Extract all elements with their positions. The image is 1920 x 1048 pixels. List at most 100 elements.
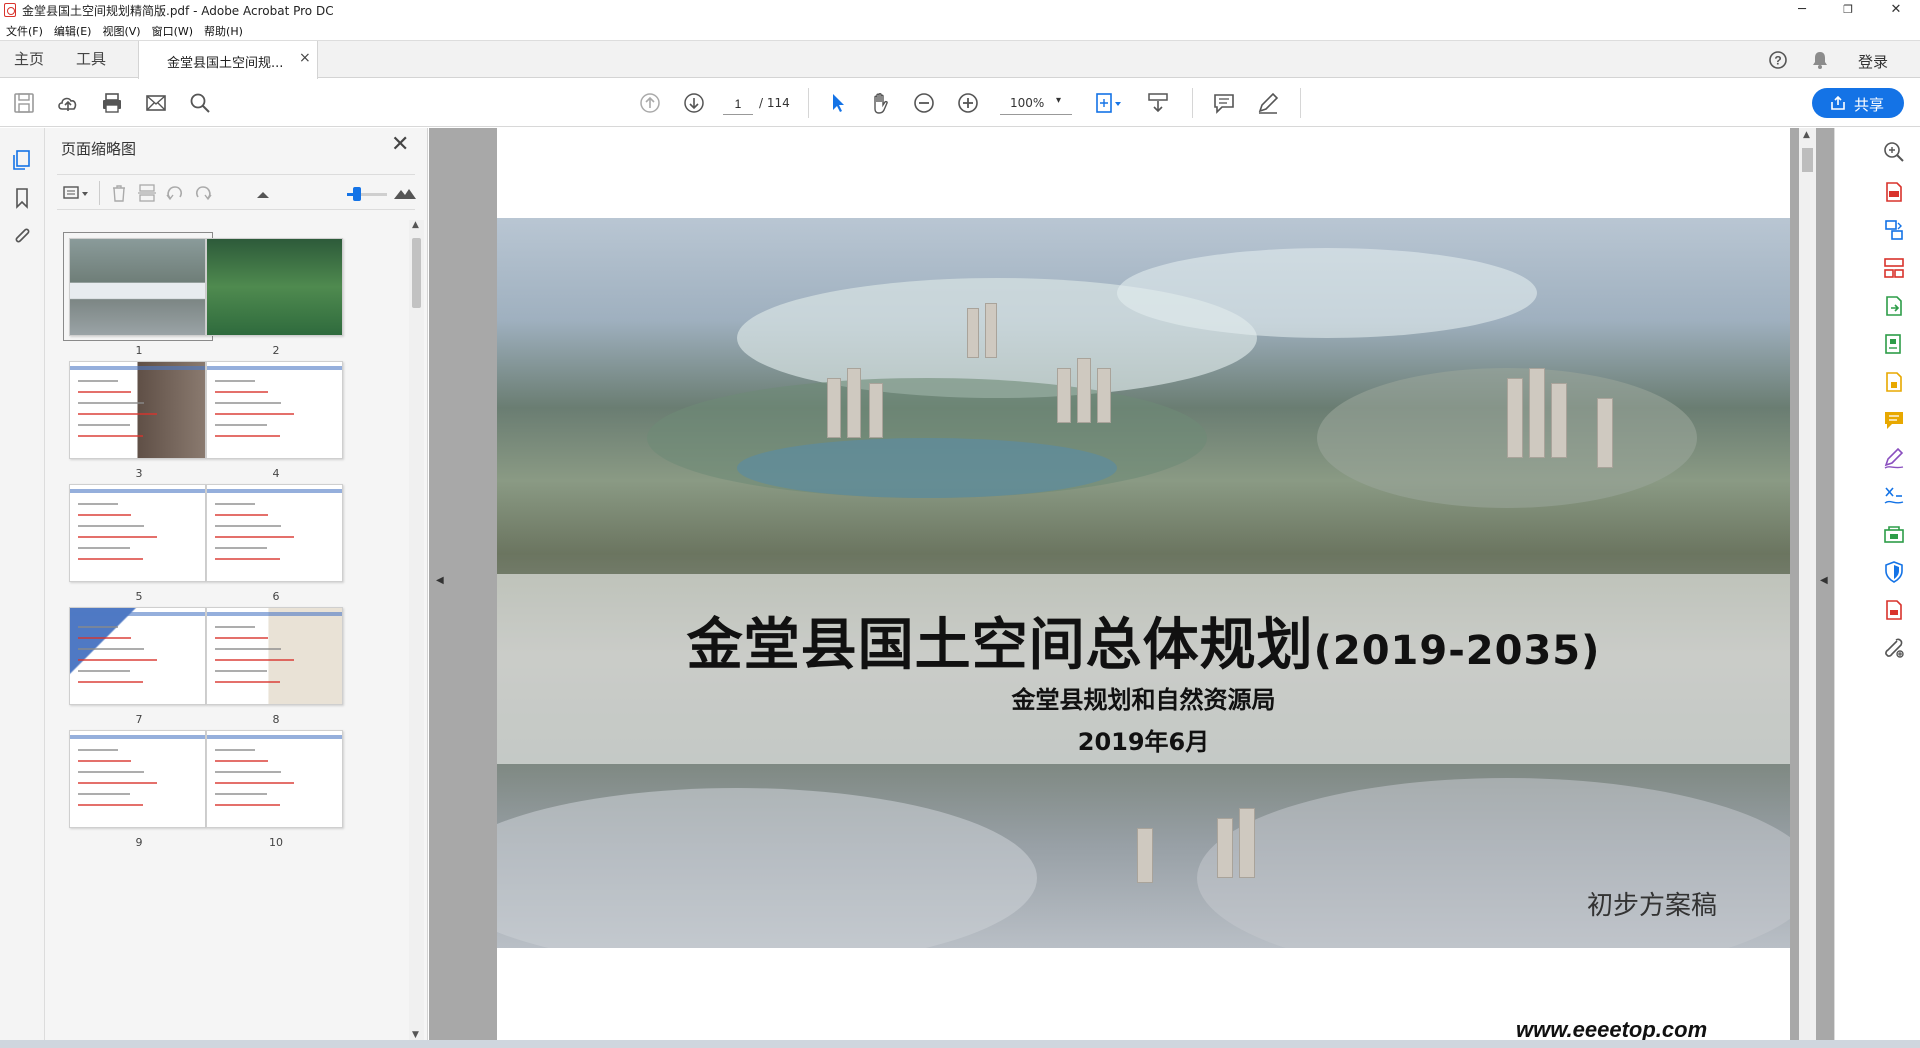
tab-home[interactable]: 主页	[14, 41, 44, 78]
thumbnail-text-line	[78, 626, 118, 628]
share-button[interactable]: 共享	[1812, 88, 1904, 118]
bookmarks-icon[interactable]	[10, 186, 34, 210]
cloud-area	[1117, 248, 1537, 338]
save-icon[interactable]	[12, 91, 36, 115]
thumbnail-preview	[69, 730, 206, 828]
svg-text:?: ?	[1774, 54, 1781, 68]
more-pdf-icon[interactable]	[1882, 598, 1906, 622]
document-organization: 金堂县规划和自然资源局	[1011, 686, 1276, 714]
shield-icon[interactable]	[1882, 560, 1906, 584]
email-icon[interactable]	[144, 91, 168, 115]
scroll-up-arrow-icon[interactable]: ▲	[1803, 130, 1810, 140]
thumbnail-text-line	[215, 380, 255, 382]
menu-file[interactable]: 文件(F)	[0, 20, 48, 39]
scroll-down-arrow-icon[interactable]: ▼	[412, 1030, 419, 1040]
menu-view[interactable]: 视图(V)	[96, 20, 145, 39]
zoom-tool-icon[interactable]	[1882, 140, 1906, 164]
thumbnail-text-line	[78, 681, 143, 683]
fit-page-icon[interactable]	[1094, 91, 1124, 115]
search-icon[interactable]	[188, 91, 212, 115]
comment-icon[interactable]	[1212, 91, 1236, 115]
delete-page-icon[interactable]	[109, 183, 129, 203]
document-scrollbar[interactable]: ▲	[1799, 128, 1816, 1048]
notification-bell-icon[interactable]	[1810, 50, 1830, 70]
scrollbar-thumb[interactable]	[1802, 148, 1813, 172]
document-view[interactable]: ◀ 金堂县国土空间总体规划(2019-2035) 金堂县规划和自然资源局 201…	[429, 128, 1834, 1048]
menu-window[interactable]: 窗口(W)	[146, 20, 198, 39]
thumbnail-size-slider[interactable]	[347, 187, 387, 201]
export-pdf-icon[interactable]	[1882, 294, 1906, 318]
zoom-level-value: 100%	[1010, 96, 1045, 110]
title-years-text: (2019-2035)	[1313, 628, 1601, 674]
rotate-right-icon[interactable]	[193, 183, 213, 203]
scroll-up-arrow-icon[interactable]: ▲	[412, 220, 419, 230]
fill-sign-icon[interactable]	[1882, 446, 1906, 470]
thumbnail-header-line	[70, 612, 205, 616]
thumbnail-text-line	[215, 771, 281, 773]
thumbnail-preview	[206, 607, 343, 705]
toolbar-divider	[1300, 88, 1301, 118]
thumbnail-text-line	[215, 626, 255, 628]
tools-wrench-icon[interactable]	[1882, 636, 1906, 660]
print-icon[interactable]	[100, 91, 124, 115]
close-window-button[interactable]: ✕	[1874, 0, 1918, 20]
panel-close-icon[interactable]: ✕	[391, 132, 409, 157]
thumbnail-toolbar	[57, 174, 417, 210]
thumbnail-scrollbar[interactable]: ▲ ▼	[409, 220, 424, 1040]
send-for-review-icon[interactable]	[1882, 370, 1906, 394]
help-icon[interactable]: ?	[1768, 50, 1788, 70]
toolbar-divider	[99, 181, 100, 205]
attachments-icon[interactable]	[10, 224, 34, 248]
building	[827, 378, 841, 438]
tab-bar: 主页 工具 金堂县国土空间规... × ? 登录	[0, 40, 1920, 79]
comment-tool-icon[interactable]	[1882, 408, 1906, 432]
edit-pdf-icon[interactable]	[1882, 332, 1906, 356]
cover-aerial-image: 金堂县国土空间总体规划(2019-2035) 金堂县规划和自然资源局 2019年…	[497, 218, 1790, 948]
login-link[interactable]: 登录	[1858, 51, 1888, 72]
combine-files-icon[interactable]	[1882, 218, 1906, 242]
thumbnail-text-line	[78, 536, 157, 538]
select-arrow-icon[interactable]	[826, 91, 850, 115]
tab-document[interactable]: 金堂县国土空间规... ×	[138, 41, 318, 79]
print-production-icon[interactable]	[1882, 484, 1906, 508]
thumbnail-text-line	[215, 558, 280, 560]
thumbnail-header-line	[70, 735, 205, 739]
scrollbar-thumb[interactable]	[412, 238, 421, 308]
collapse-left-panel-icon[interactable]: ◀	[436, 575, 444, 586]
thumbnail-text-line	[215, 424, 267, 426]
protect-icon[interactable]	[1882, 522, 1906, 546]
thumbnail-larger-icon[interactable]	[393, 183, 417, 203]
building	[847, 368, 861, 438]
options-menu-icon[interactable]	[63, 183, 91, 203]
menu-help[interactable]: 帮助(H)	[198, 20, 248, 39]
collapse-right-panel-icon[interactable]: ◀	[1820, 575, 1828, 586]
page-thumbnails-panel: 页面缩略图 ✕ 1 2 3 4 5 6 7 8 9 10 ▲ ▼	[45, 128, 428, 1048]
insert-page-icon[interactable]	[137, 183, 157, 203]
cloud-upload-icon[interactable]	[56, 91, 80, 115]
thumbnail-text-line	[215, 637, 268, 639]
organize-pages-icon[interactable]	[1882, 256, 1906, 280]
slider-handle[interactable]	[353, 187, 361, 201]
create-pdf-icon[interactable]	[1882, 180, 1906, 204]
next-page-icon[interactable]	[682, 91, 706, 115]
minimize-button[interactable]: ─	[1780, 0, 1824, 20]
prev-page-icon[interactable]	[638, 91, 662, 115]
menu-edit[interactable]: 编辑(E)	[48, 20, 97, 39]
zoom-in-icon[interactable]	[956, 91, 980, 115]
zoom-level-dropdown[interactable]: 100% ▾	[1000, 93, 1072, 115]
thumbnail-text-line	[215, 782, 294, 784]
thumbnail-smaller-icon[interactable]	[253, 183, 273, 203]
tab-tools[interactable]: 工具	[76, 41, 106, 78]
toolbar-divider	[808, 88, 809, 118]
tab-close-icon[interactable]: ×	[299, 50, 311, 66]
hand-icon[interactable]	[868, 91, 892, 115]
status-bar	[0, 1040, 1920, 1048]
scroll-mode-icon[interactable]	[1146, 91, 1170, 115]
rotate-left-icon[interactable]	[165, 183, 185, 203]
page-number-input[interactable]	[723, 93, 753, 115]
page-thumbnails-icon[interactable]	[10, 148, 34, 172]
building	[1077, 358, 1091, 423]
zoom-out-icon[interactable]	[912, 91, 936, 115]
restore-button[interactable]: ❐	[1826, 0, 1870, 20]
pen-icon[interactable]	[1256, 91, 1280, 115]
